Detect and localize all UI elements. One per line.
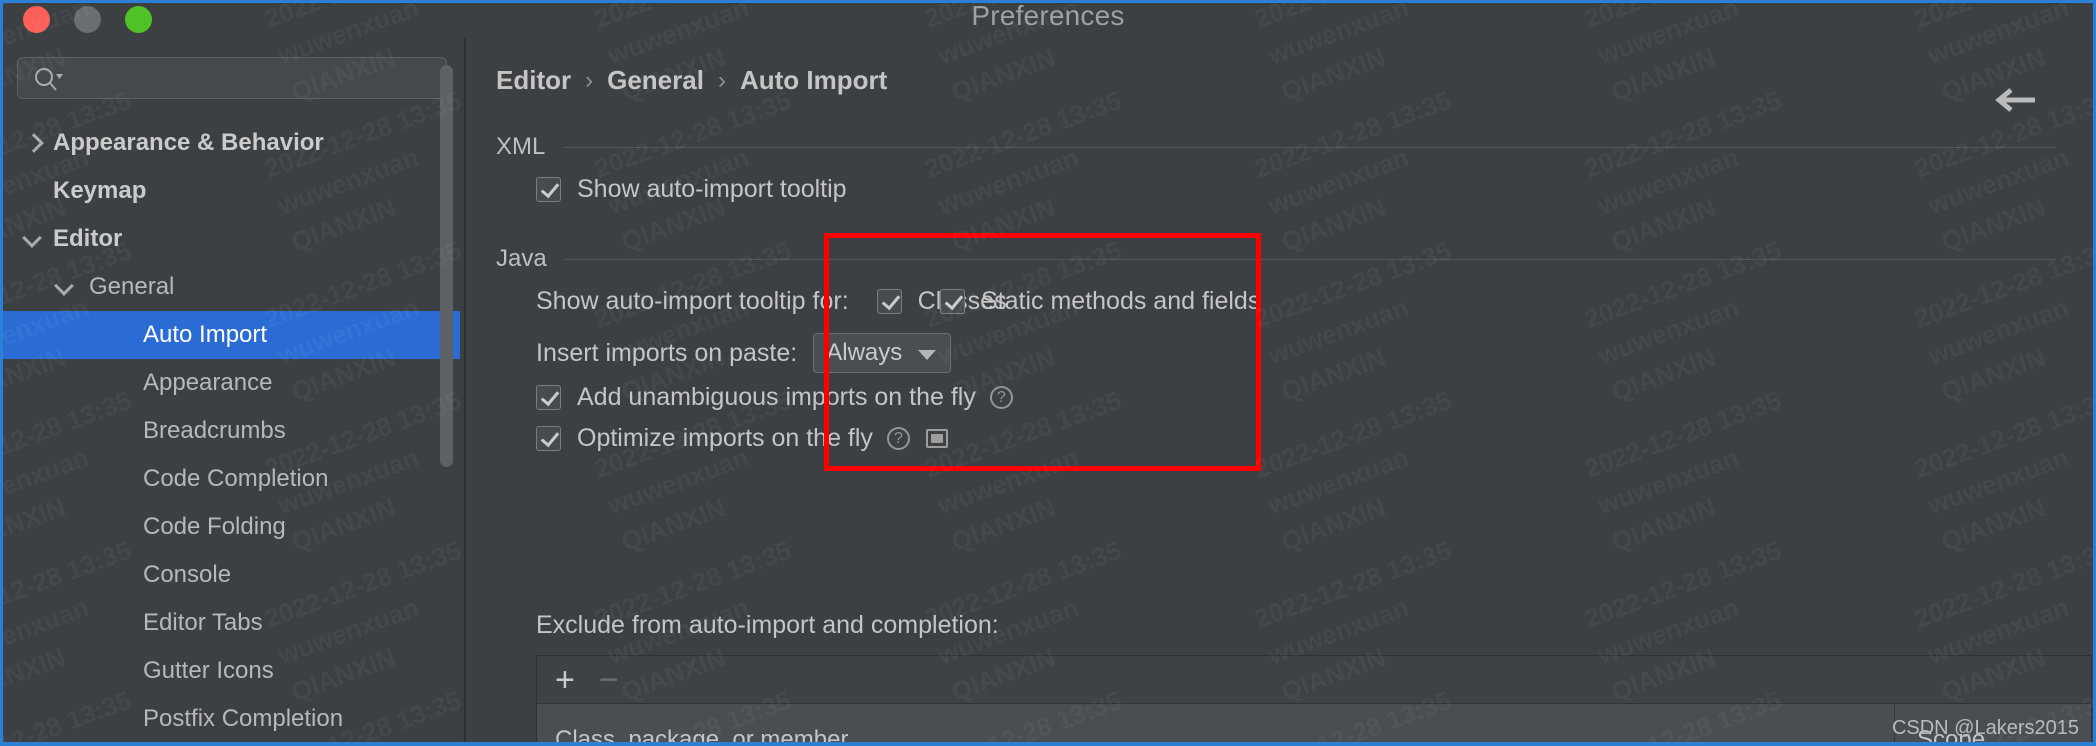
- sidebar-item-code-completion[interactable]: Code Completion: [3, 455, 460, 503]
- breadcrumb: Editor › General › Auto Import: [496, 65, 887, 96]
- sidebar-item-label: Code Folding: [143, 513, 286, 540]
- exclude-column-header-class[interactable]: Class, package, or member: [537, 704, 1895, 742]
- search-box[interactable]: [17, 57, 447, 99]
- xml-show-tooltip-row[interactable]: Show auto-import tooltip: [536, 175, 847, 204]
- exclude-panel: + − Class, package, or member Scope: [536, 655, 2092, 742]
- csdn-credit-watermark: CSDN @Lakers2015: [1891, 717, 2079, 739]
- sidebar-item-code-folding[interactable]: Code Folding: [3, 503, 460, 551]
- breadcrumb-separator: ›: [585, 66, 594, 94]
- sidebar-item-label: General: [89, 273, 175, 300]
- sidebar-item-label: Console: [143, 561, 232, 588]
- settings-tree: Appearance & Behavior Keymap Editor General…: [3, 119, 460, 742]
- sidebar-item-keymap[interactable]: Keymap: [3, 167, 460, 215]
- java-add-unambiguous-checkbox[interactable]: [536, 385, 561, 410]
- sidebar-item-editor-tabs[interactable]: Editor Tabs: [3, 599, 460, 647]
- settings-detail-panel: Editor › General › Auto Import XML Show …: [466, 37, 2093, 742]
- chevron-right-icon[interactable]: [21, 130, 47, 156]
- settings-sidebar: Appearance & Behavior Keymap Editor General…: [3, 37, 460, 742]
- sidebar-item-label: Keymap: [53, 177, 147, 204]
- java-section-header: Java: [496, 245, 2056, 273]
- section-rule: [564, 258, 2056, 260]
- java-tooltip-for-label: Show auto-import tooltip for:: [536, 287, 849, 315]
- sidebar-scrollbar[interactable]: [440, 65, 453, 467]
- sidebar-item-gutter-icons[interactable]: Gutter Icons: [3, 647, 460, 695]
- xml-show-tooltip-label: Show auto-import tooltip: [577, 175, 847, 203]
- sidebar-item-label: Postfix Completion: [143, 705, 344, 732]
- sidebar-item-appearance-behavior[interactable]: Appearance & Behavior: [3, 119, 460, 167]
- xml-section-title: XML: [496, 133, 546, 160]
- sidebar-item-label: Code Completion: [143, 465, 329, 492]
- section-rule: [563, 146, 2056, 148]
- sidebar-item-general[interactable]: General: [3, 263, 460, 311]
- exclude-section-label: Exclude from auto-import and completion:: [536, 611, 999, 639]
- breadcrumb-separator: ›: [717, 66, 726, 94]
- add-exclusion-button[interactable]: +: [555, 663, 575, 697]
- search-input[interactable]: [17, 57, 447, 99]
- sidebar-item-label: Appearance & Behavior: [53, 129, 324, 156]
- breadcrumb-item-general[interactable]: General: [607, 65, 704, 96]
- window-title: Preferences: [971, 3, 1125, 31]
- sidebar-item-auto-import[interactable]: Auto Import: [3, 311, 460, 359]
- preferences-window: Preferences Appearance & Behavior Keymap E…: [3, 3, 2093, 742]
- sidebar-item-label: Editor Tabs: [143, 609, 263, 636]
- exclude-toolbar: + −: [537, 656, 2091, 704]
- sidebar-item-appearance[interactable]: Appearance: [3, 359, 460, 407]
- sidebar-item-label: Appearance: [143, 369, 273, 396]
- sidebar-item-postfix-completion[interactable]: Postfix Completion: [3, 695, 460, 742]
- sidebar-item-label: Auto Import: [143, 321, 268, 348]
- sidebar-item-label: Editor: [53, 225, 123, 252]
- back-arrow-icon[interactable]: [1995, 87, 2037, 113]
- chevron-down-icon[interactable]: [53, 274, 79, 300]
- exclude-table: Class, package, or member Scope: [537, 704, 2091, 742]
- xml-show-tooltip-checkbox[interactable]: [536, 177, 561, 202]
- breadcrumb-item-auto-import[interactable]: Auto Import: [740, 65, 887, 96]
- java-optimize-checkbox[interactable]: [536, 426, 561, 451]
- java-section-title: Java: [496, 245, 547, 272]
- java-insert-imports-label: Insert imports on paste:: [536, 338, 798, 367]
- sidebar-item-label: Gutter Icons: [143, 657, 274, 684]
- sidebar-item-editor[interactable]: Editor: [3, 215, 460, 263]
- breadcrumb-item-editor[interactable]: Editor: [496, 65, 571, 96]
- java-section-highlight: [824, 233, 1261, 471]
- sidebar-item-label: Breadcrumbs: [143, 417, 286, 444]
- xml-section-header: XML: [496, 133, 2056, 161]
- sidebar-item-breadcrumbs[interactable]: Breadcrumbs: [3, 407, 460, 455]
- chevron-down-icon[interactable]: [21, 226, 47, 252]
- window-titlebar: Preferences: [3, 3, 2093, 37]
- remove-exclusion-button: −: [598, 660, 619, 699]
- sidebar-item-console[interactable]: Console: [3, 551, 460, 599]
